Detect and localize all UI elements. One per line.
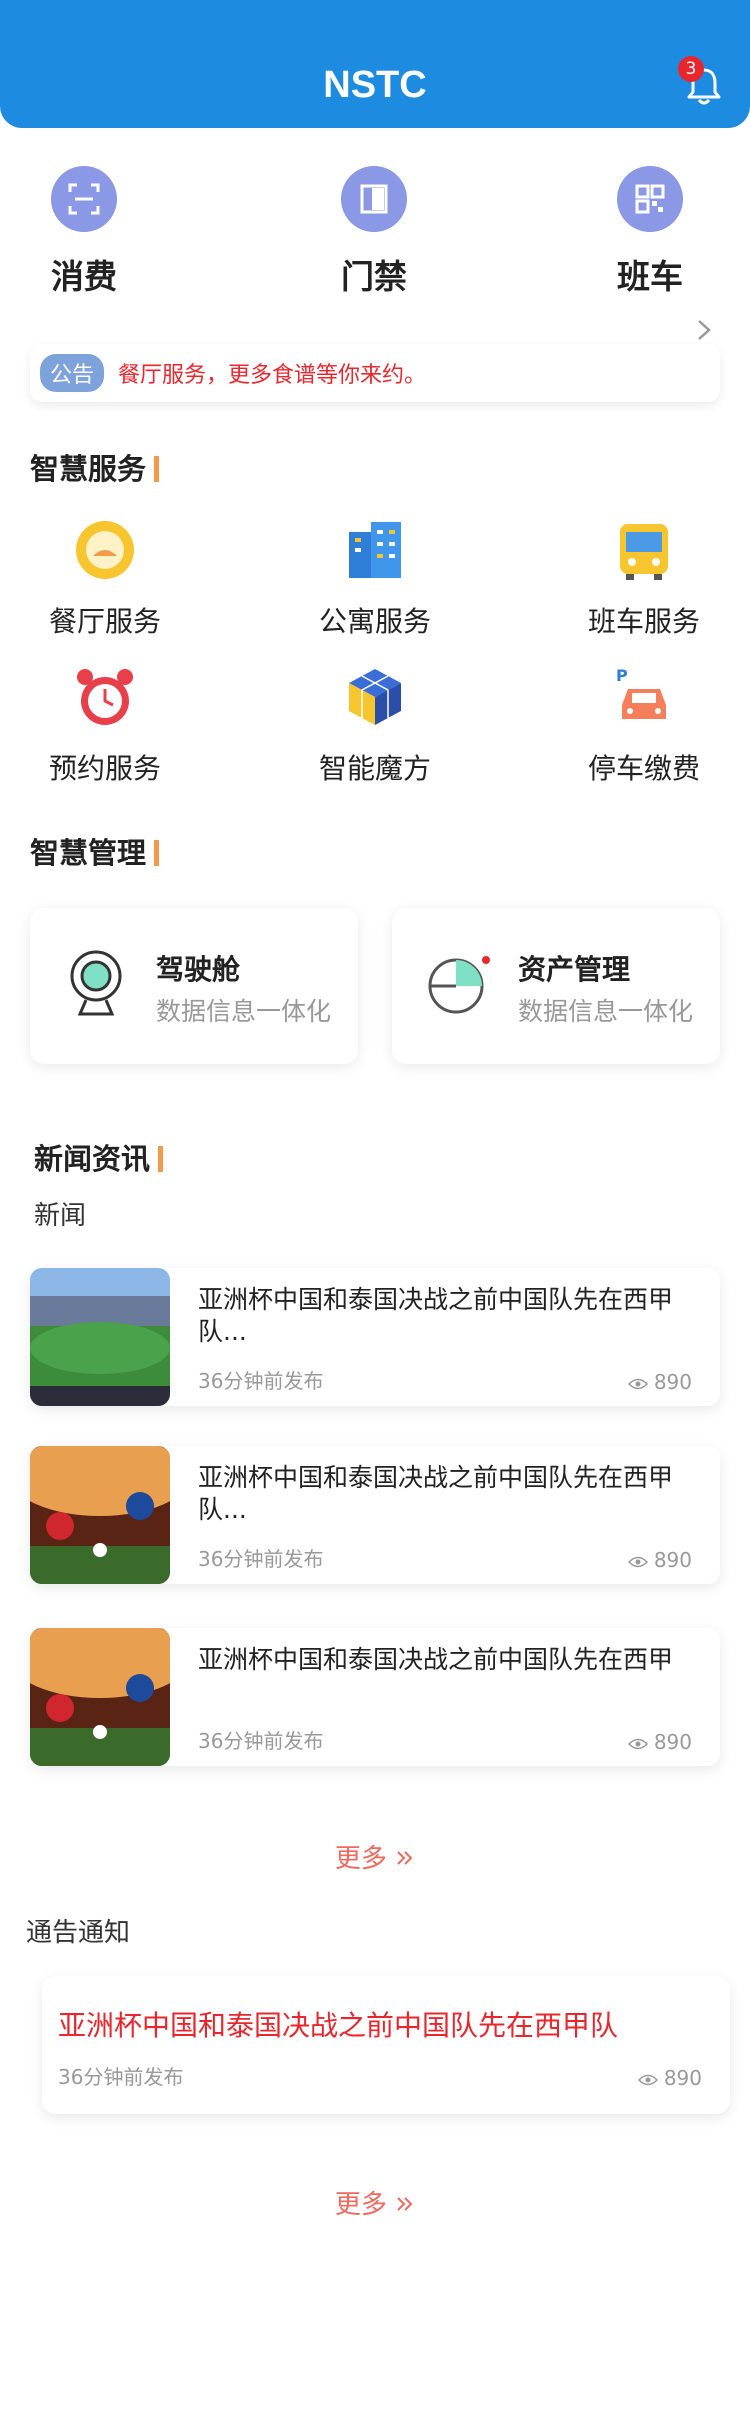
service-label: 停车缴费: [587, 752, 700, 785]
announcements-title: 通告通知: [26, 1918, 131, 1948]
announcement-views: 890: [637, 2066, 702, 2090]
quick-action-label: 门禁: [341, 257, 407, 296]
notice-text: 餐厅服务，更多食谱等你来约。: [118, 363, 427, 388]
news-title: 亚洲杯中国和泰国决战之前中国队先在西甲: [198, 1645, 674, 1674]
quick-action-label: 班车: [617, 257, 683, 296]
service-label: 公寓服务: [318, 605, 431, 638]
restaurant-icon: [76, 521, 134, 579]
news-time: 36分钟前发布: [198, 1729, 324, 1753]
scan-icon: [51, 166, 117, 232]
chevron-right-icon[interactable]: [694, 318, 714, 342]
quick-action-label: 消费: [51, 257, 117, 296]
card-subtitle: 数据信息一体化: [518, 997, 694, 1026]
service-label: 智能魔方: [318, 752, 431, 785]
notification-badge: 3: [678, 56, 704, 82]
news-title: 亚洲杯中国和泰国决战之前中国队先在西甲队...: [198, 1285, 674, 1346]
announcement-item[interactable]: 亚洲杯中国和泰国决战之前中国队先在西甲队 36分钟前发布 890: [42, 1976, 730, 2114]
news-subtitle: 新闻: [34, 1201, 87, 1231]
announcement-time: 36分钟前发布: [58, 2065, 184, 2089]
service-label: 预约服务: [48, 752, 161, 785]
announcement-title: 亚洲杯中国和泰国决战之前中国队先在西甲队: [58, 2009, 619, 2042]
eye-icon: [627, 1378, 648, 1390]
news-title: 亚洲杯中国和泰国决战之前中国队先在西甲队...: [198, 1463, 674, 1524]
notice-bar[interactable]: 公告 餐厅服务，更多食谱等你来约。: [30, 344, 720, 402]
double-chevron-right-icon: [397, 1851, 413, 1865]
service-label: 餐厅服务: [48, 605, 161, 638]
svg-text:P: P: [616, 666, 628, 685]
double-chevron-right-icon: [397, 2197, 413, 2211]
service-label: 班车服务: [587, 605, 700, 638]
quick-action-access[interactable]: 门禁: [294, 166, 454, 298]
apartment-icon: [349, 522, 401, 578]
webcam-icon: [70, 950, 122, 1016]
cube-icon: [349, 669, 401, 725]
qrcode-icon: [617, 166, 683, 232]
management-card-assets[interactable]: 资产管理 数据信息一体化: [392, 908, 720, 1064]
news-thumbnail: [30, 1628, 170, 1766]
news-time: 36分钟前发布: [198, 1547, 324, 1571]
pie-chart-icon: [428, 956, 490, 1014]
quick-action-consume[interactable]: 消费: [4, 166, 164, 298]
eye-icon: [637, 2074, 658, 2086]
news-thumbnail: [30, 1268, 170, 1406]
door-icon: [341, 166, 407, 232]
parking-car-icon: P: [616, 666, 666, 719]
news-time: 36分钟前发布: [198, 1369, 324, 1393]
service-smart-cube[interactable]: 智能魔方: [275, 665, 475, 787]
announcements-more-link[interactable]: 更多: [0, 2184, 750, 2221]
notice-tag: 公告: [40, 354, 105, 392]
news-item[interactable]: 亚洲杯中国和泰国决战之前中国队先在西甲队... 36分钟前发布 890: [30, 1268, 720, 1406]
service-parking[interactable]: P 停车缴费: [544, 665, 744, 787]
service-bus[interactable]: 班车服务: [544, 518, 744, 640]
service-reservation[interactable]: 预约服务: [5, 665, 205, 787]
app-title: NSTC: [323, 64, 427, 106]
news-views: 890: [627, 1370, 692, 1394]
alarm-clock-icon: [77, 669, 133, 725]
card-title: 资产管理: [518, 953, 631, 986]
card-title: 驾驶舱: [156, 953, 241, 986]
eye-icon: [627, 1738, 648, 1750]
eye-icon: [627, 1556, 648, 1568]
section-title-smart-management: 智慧管理: [30, 830, 160, 872]
news-item[interactable]: 亚洲杯中国和泰国决战之前中国队先在西甲队... 36分钟前发布 890: [30, 1446, 720, 1584]
bus-icon: [620, 524, 668, 580]
service-restaurant[interactable]: 餐厅服务: [5, 518, 205, 640]
section-title-news: 新闻资讯: [34, 1136, 164, 1178]
quick-action-bus[interactable]: 班车: [570, 166, 730, 298]
section-title-smart-services: 智慧服务: [30, 446, 160, 488]
news-views: 890: [627, 1548, 692, 1572]
news-thumbnail: [30, 1446, 170, 1584]
management-card-cockpit[interactable]: 驾驶舱 数据信息一体化: [30, 908, 358, 1064]
card-subtitle: 数据信息一体化: [156, 997, 332, 1026]
news-more-link[interactable]: 更多: [0, 1838, 750, 1875]
news-item[interactable]: 亚洲杯中国和泰国决战之前中国队先在西甲 36分钟前发布 890: [30, 1628, 720, 1766]
news-views: 890: [627, 1730, 692, 1754]
app-header: NSTC: [0, 0, 750, 128]
service-apartment[interactable]: 公寓服务: [275, 518, 475, 640]
